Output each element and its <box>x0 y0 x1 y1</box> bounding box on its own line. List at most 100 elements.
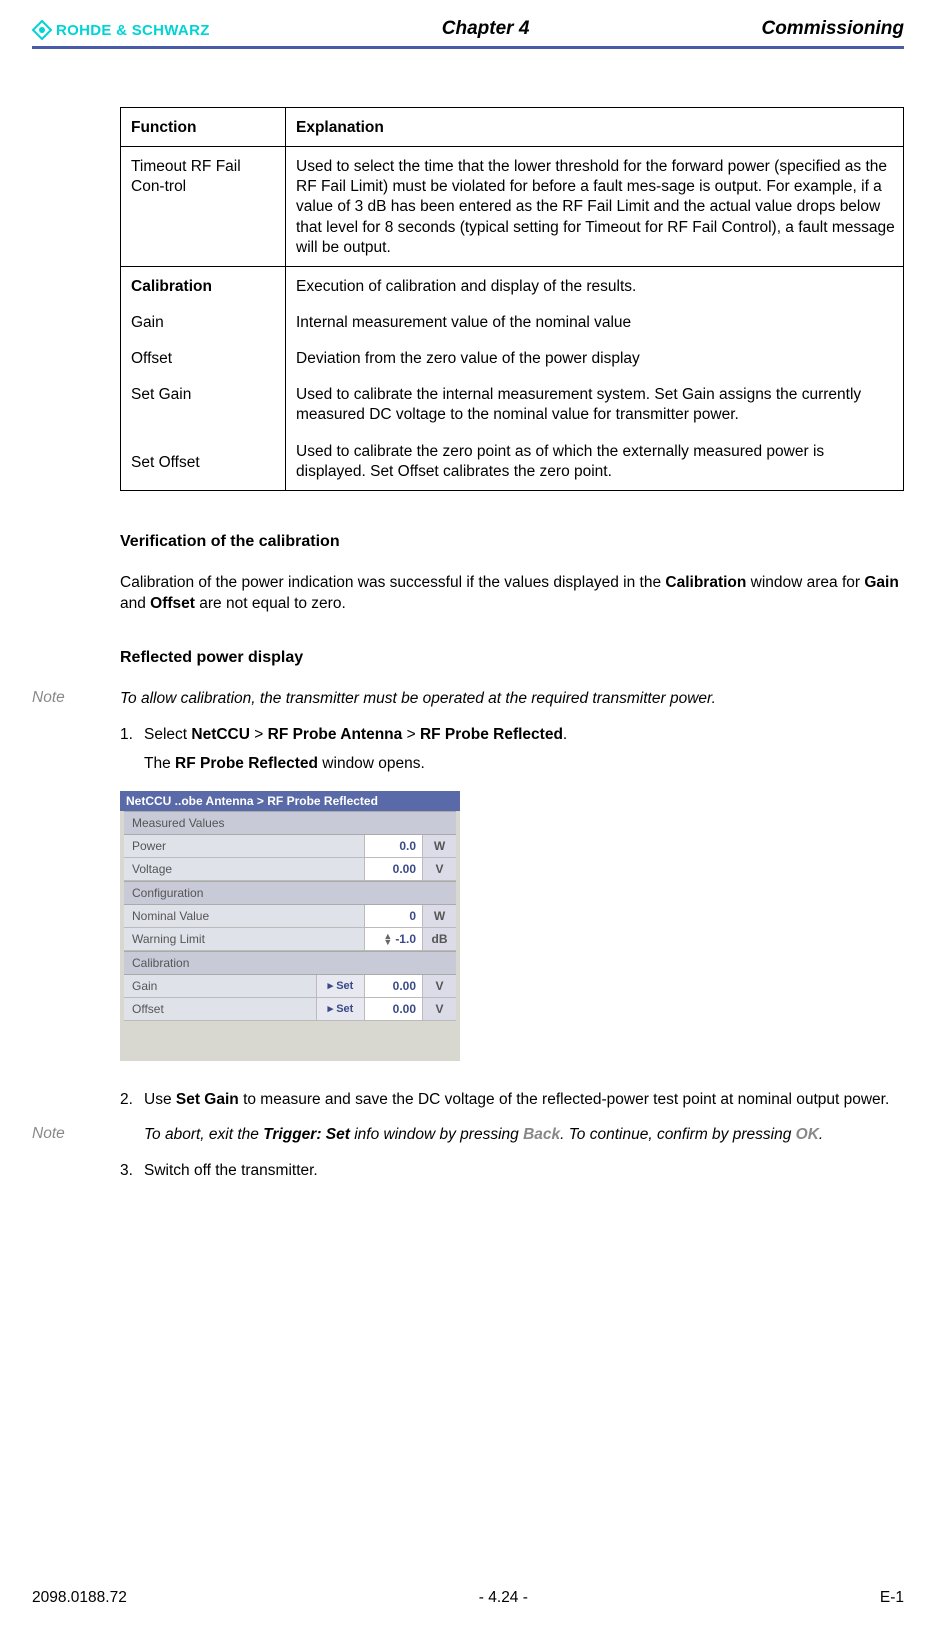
steps-list-cont: Use Set Gain to measure and save the DC … <box>120 1089 904 1111</box>
text-gray: Back <box>523 1126 560 1143</box>
text-bold: RF Probe Reflected <box>420 726 563 743</box>
table-header-row: Function Explanation <box>121 108 904 147</box>
note-block: Note To allow calibration, the transmitt… <box>120 689 904 710</box>
text: > <box>250 726 268 743</box>
panel-section-config: Configuration <box>124 881 456 905</box>
setoffset-exp: Used to calibrate the zero point as of w… <box>296 442 895 482</box>
text: and <box>120 595 150 612</box>
voltage-label: Voltage <box>124 858 364 880</box>
table-header-explanation: Explanation <box>286 108 904 147</box>
text: info window by pressing <box>350 1126 523 1143</box>
text: Use <box>144 1091 176 1108</box>
set-text: Set <box>336 1003 353 1015</box>
text: Calibration of the power indication was … <box>120 574 665 591</box>
reflected-heading: Reflected power display <box>120 649 904 667</box>
text-bold: Offset <box>150 595 195 612</box>
panel-section-calibration: Calibration <box>124 951 456 975</box>
gain-label: Gain <box>131 313 277 333</box>
nominal-label: Nominal Value <box>124 905 364 927</box>
set-text: Set <box>336 980 353 992</box>
header-rule <box>32 46 904 49</box>
offset-set-button[interactable]: ▸ Set <box>316 998 364 1020</box>
power-unit: W <box>422 835 456 857</box>
verification-heading: Verification of the calibration <box>120 533 904 551</box>
power-value: 0.0 <box>364 835 422 857</box>
panel-title: NetCCU ..obe Antenna > RF Probe Reflecte… <box>120 791 460 811</box>
note-label: Note <box>32 1125 120 1146</box>
text: are not equal to zero. <box>195 595 346 612</box>
cal-label: Calibration <box>131 277 277 297</box>
page-footer: 2098.0188.72 - 4.24 - E-1 <box>32 1589 904 1607</box>
table-row: Calibration Gain Offset Set Gain Set Off… <box>121 266 904 490</box>
row-warning-limit[interactable]: Warning Limit ▲▼-1.0 dB <box>124 928 456 951</box>
setgain-label: Set Gain <box>131 385 277 405</box>
row-gain: Gain ▸ Set 0.00 V <box>124 975 456 998</box>
note-text-2: To abort, exit the Trigger: Set info win… <box>120 1125 823 1146</box>
nominal-value[interactable]: 0 <box>364 905 422 927</box>
text: to measure and save the DC voltage of th… <box>239 1091 890 1108</box>
step-3: Switch off the transmitter. <box>120 1160 904 1182</box>
nominal-unit: W <box>422 905 456 927</box>
spinner-icon[interactable]: ▲▼ <box>383 934 392 945</box>
main-content: Function Explanation Timeout RF Fail Con… <box>120 107 904 1181</box>
row-offset: Offset ▸ Set 0.00 V <box>124 998 456 1021</box>
page-header: ROHDE & SCHWARZ Chapter 4 Commissioning <box>32 18 904 44</box>
verification-paragraph: Calibration of the power indication was … <box>120 573 904 615</box>
text: window opens. <box>318 755 425 772</box>
text: > <box>402 726 420 743</box>
table-cell-calibration-group: Calibration Gain Offset Set Gain Set Off… <box>121 266 286 490</box>
row-voltage: Voltage 0.00 V <box>124 858 456 881</box>
step-1-sub: The RF Probe Reflected window opens. <box>144 753 904 775</box>
step-2: Use Set Gain to measure and save the DC … <box>120 1089 904 1111</box>
warning-value-text: -1.0 <box>395 932 416 946</box>
text-bold: Set Gain <box>176 1091 239 1108</box>
brand-logo-icon <box>32 20 52 40</box>
setoffset-label: Set Offset <box>131 453 277 473</box>
page-title: Commissioning <box>761 18 904 40</box>
panel-section-measured: Measured Values <box>124 811 456 835</box>
voltage-value: 0.00 <box>364 858 422 880</box>
table-cell-timeout: Timeout RF Fail Con-trol <box>121 147 286 267</box>
text-bold: NetCCU <box>191 726 250 743</box>
row-nominal[interactable]: Nominal Value 0 W <box>124 905 456 928</box>
offset-label: Offset <box>131 349 277 369</box>
text: The <box>144 755 175 772</box>
function-table: Function Explanation Timeout RF Fail Con… <box>120 107 904 491</box>
table-header-function: Function <box>121 108 286 147</box>
offset-unit: V <box>422 998 456 1020</box>
offset-row-label: Offset <box>124 998 316 1020</box>
note-text: To allow calibration, the transmitter mu… <box>120 689 716 710</box>
text-bold: Gain <box>864 574 898 591</box>
steps-list: Select NetCCU > RF Probe Antenna > RF Pr… <box>120 724 904 775</box>
footer-left: 2098.0188.72 <box>32 1589 127 1607</box>
warning-label: Warning Limit <box>124 928 364 950</box>
steps-list-cont2: Switch off the transmitter. <box>120 1160 904 1182</box>
footer-center: - 4.24 - <box>479 1589 528 1607</box>
warning-unit: dB <box>422 928 456 950</box>
chapter-label: Chapter 4 <box>442 18 530 40</box>
step-1: Select NetCCU > RF Probe Antenna > RF Pr… <box>120 724 904 775</box>
warning-value[interactable]: ▲▼-1.0 <box>364 928 422 950</box>
text: . <box>819 1126 823 1143</box>
offset-value: 0.00 <box>364 998 422 1020</box>
gain-set-button[interactable]: ▸ Set <box>316 975 364 997</box>
cal-exp: Execution of calibration and display of … <box>296 277 895 297</box>
table-row: Timeout RF Fail Con-trol Used to select … <box>121 147 904 267</box>
voltage-unit: V <box>422 858 456 880</box>
gain-unit: V <box>422 975 456 997</box>
table-cell-timeout-exp: Used to select the time that the lower t… <box>286 147 904 267</box>
text: window area for <box>746 574 864 591</box>
gain-row-label: Gain <box>124 975 316 997</box>
text: Select <box>144 726 191 743</box>
row-power: Power 0.0 W <box>124 835 456 858</box>
power-label: Power <box>124 835 364 857</box>
note-label: Note <box>32 689 120 710</box>
setgain-exp: Used to calibrate the internal measureme… <box>296 385 895 425</box>
text: . <box>563 726 567 743</box>
text-bold: RF Probe Reflected <box>175 755 318 772</box>
text-bold: RF Probe Antenna <box>268 726 403 743</box>
text-bold: Calibration <box>665 574 746 591</box>
gain-value: 0.00 <box>364 975 422 997</box>
note-block-2: Note To abort, exit the Trigger: Set inf… <box>120 1125 904 1146</box>
text-bold: Trigger: Set <box>263 1126 350 1143</box>
